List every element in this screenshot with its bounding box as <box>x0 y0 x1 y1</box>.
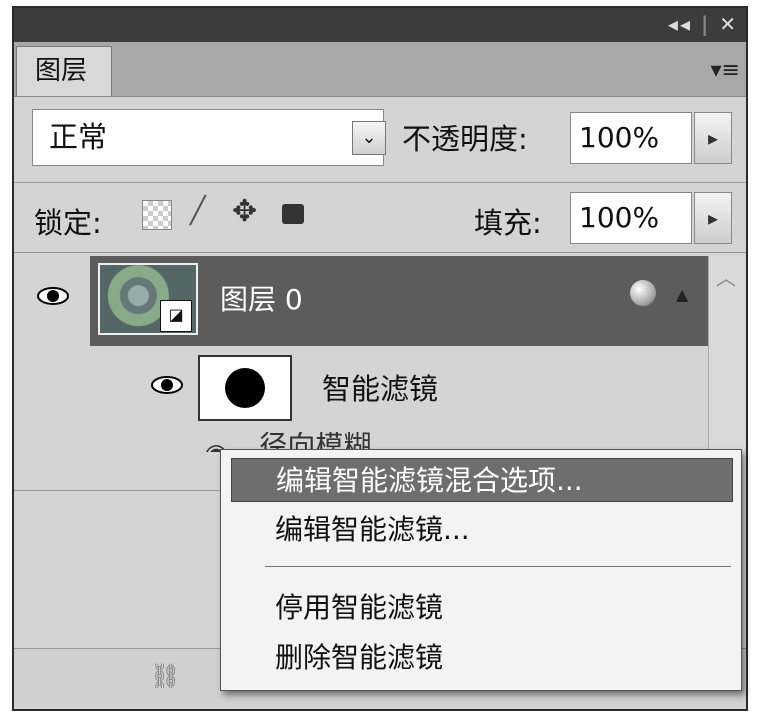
fill-slider-button[interactable]: ▸ <box>694 192 732 244</box>
tab-layers[interactable]: 图层 <box>16 46 112 96</box>
divider <box>14 252 746 253</box>
divider <box>14 490 220 491</box>
tab-row <box>14 42 746 97</box>
smart-filter-effects-icon[interactable] <box>630 280 656 306</box>
menu-item-edit-blending[interactable]: 编辑智能滤镜混合选项... <box>231 458 733 502</box>
opacity-field[interactable]: 100% <box>570 112 692 164</box>
fill-label: 填充: <box>474 206 542 240</box>
lock-icon[interactable] <box>282 204 304 224</box>
titlebar-divider: | <box>700 12 711 36</box>
fill-field[interactable]: 100% <box>570 192 692 244</box>
link-icon[interactable]: ⛓ <box>150 662 180 690</box>
blend-mode-select[interactable]: 正常 <box>32 109 384 166</box>
menu-item-disable-smart-filter[interactable]: 停用智能滤镜 <box>231 586 733 630</box>
lock-transparent-icon[interactable] <box>142 200 172 230</box>
titlebar-buttons: ◂◂ | ✕ <box>668 12 738 36</box>
opacity-slider-button[interactable]: ▸ <box>694 112 732 164</box>
context-menu: 编辑智能滤镜混合选项... 编辑智能滤镜... 停用智能滤镜 删除智能滤镜 <box>220 449 742 691</box>
eye-icon[interactable] <box>150 374 184 400</box>
menu-separator <box>265 566 731 567</box>
eye-icon[interactable] <box>36 285 70 313</box>
mask-circle <box>225 368 265 408</box>
divider <box>14 182 746 183</box>
collapse-icon[interactable]: ◂◂ <box>668 12 692 36</box>
close-icon[interactable]: ✕ <box>719 12 738 36</box>
menu-item-edit-smart-filter[interactable]: 编辑智能滤镜... <box>231 508 733 552</box>
smart-filters-label: 智能滤镜 <box>322 372 439 406</box>
layer-name[interactable]: 图层 0 <box>220 278 303 318</box>
smart-object-icon: ◪ <box>160 300 192 332</box>
menu-item-delete-smart-filter[interactable]: 删除智能滤镜 <box>231 636 733 680</box>
chevron-down-icon[interactable]: ⌄ <box>352 121 386 155</box>
brush-icon[interactable]: ╱ <box>190 196 206 226</box>
panel-menu-icon[interactable]: ▾≡ <box>711 58 740 83</box>
lock-label: 锁定: <box>34 206 102 240</box>
panel-titlebar <box>14 8 746 42</box>
scroll-up-icon[interactable]: ︿ <box>710 262 742 298</box>
move-icon[interactable]: ✥ <box>232 194 257 229</box>
collapse-arrow-icon[interactable]: ▲ <box>676 285 688 304</box>
opacity-label: 不透明度: <box>402 122 528 156</box>
